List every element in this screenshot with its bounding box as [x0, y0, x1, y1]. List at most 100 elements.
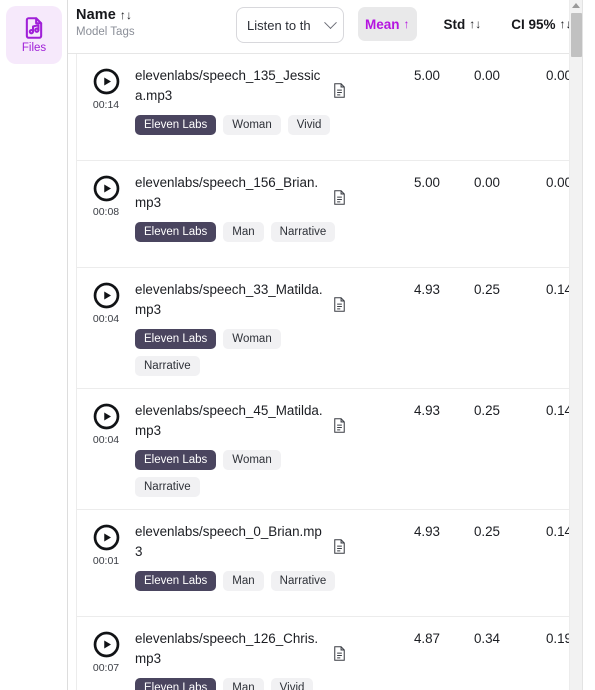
duration-label: 00:14	[92, 99, 120, 111]
tag-chip[interactable]: Woman	[223, 329, 281, 349]
transcript-document-icon[interactable]	[333, 190, 346, 205]
column-header-ci95-label: CI 95%	[511, 16, 556, 32]
music-file-icon	[21, 15, 47, 41]
sort-updown-icon: ↑↓	[469, 17, 482, 31]
table-body[interactable]: 00:14 elevenlabs/speech_135_Jessica.mp3 El…	[76, 54, 581, 690]
play-cell: 00:14	[77, 66, 135, 111]
name-column-header[interactable]: Name ↑↓ Model Tags	[76, 0, 236, 38]
mean-value: 5.00	[413, 175, 440, 190]
play-icon[interactable]	[93, 68, 120, 95]
mean-value: 4.93	[413, 403, 440, 418]
transcript-document-icon[interactable]	[333, 539, 346, 554]
tag-chip[interactable]: Narrative	[270, 571, 336, 591]
name-header-title: Name ↑↓	[76, 7, 236, 23]
main-content: Name ↑↓ Model Tags Listen to th Mean ↑ S…	[68, 0, 595, 690]
tag-chip[interactable]: Eleven Labs	[135, 222, 217, 242]
sort-asc-active-icon: ↑	[403, 17, 410, 31]
play-cell: 00:08	[77, 173, 135, 218]
tag-chip[interactable]: Woman	[223, 115, 281, 135]
play-icon[interactable]	[93, 175, 120, 202]
app-root: Files Name ↑↓ Model Tags Listen to th Me…	[0, 0, 595, 690]
transcript-document-icon[interactable]	[333, 418, 346, 433]
duration-label: 00:04	[92, 434, 120, 446]
tag-chip[interactable]: Narrative	[270, 222, 336, 242]
table-row[interactable]: 00:01 elevenlabs/speech_0_Brian.mp3 Eleven…	[77, 510, 580, 617]
column-header-std[interactable]: Std ↑↓	[437, 7, 489, 41]
mean-value: 4.87	[413, 631, 440, 646]
file-name[interactable]: elevenlabs/speech_33_Matilda.mp3	[135, 280, 325, 320]
tag-chip[interactable]: Eleven Labs	[135, 678, 217, 690]
tag-chip[interactable]: Man	[223, 678, 264, 690]
mean-value: 4.93	[413, 524, 440, 539]
play-cell: 00:04	[77, 401, 135, 446]
chevron-down-icon	[324, 15, 337, 29]
play-icon[interactable]	[93, 631, 120, 658]
name-header-label: Name	[76, 7, 116, 23]
tag-chip[interactable]: Narrative	[135, 477, 200, 497]
tag-chip[interactable]: Vivid	[270, 678, 314, 690]
tag-chip[interactable]: Vivid	[287, 115, 331, 135]
name-cell: elevenlabs/speech_126_Chris.mp3 Eleven La…	[135, 629, 352, 690]
duration-label: 00:08	[92, 206, 120, 218]
tag-chip[interactable]: Man	[223, 571, 264, 591]
transcript-document-icon[interactable]	[333, 297, 346, 312]
tag-list: Eleven Labs Woman Narrative	[135, 450, 346, 497]
tag-chip[interactable]: Man	[223, 222, 264, 242]
std-value: 0.25	[473, 403, 500, 418]
tag-chip[interactable]: Eleven Labs	[135, 450, 217, 470]
duration-label: 00:07	[92, 662, 120, 674]
file-name[interactable]: elevenlabs/speech_45_Matilda.mp3	[135, 401, 325, 441]
file-name[interactable]: elevenlabs/speech_156_Brian.mp3	[135, 173, 325, 213]
table-row[interactable]: 00:14 elevenlabs/speech_135_Jessica.mp3 El…	[77, 54, 580, 161]
table-header: Name ↑↓ Model Tags Listen to th Mean ↑ S…	[68, 0, 595, 54]
std-value: 0.34	[473, 631, 500, 646]
tag-chip[interactable]: Eleven Labs	[135, 571, 217, 591]
sort-updown-icon[interactable]: ↑↓	[120, 8, 132, 22]
file-name[interactable]: elevenlabs/speech_135_Jessica.mp3	[135, 66, 325, 106]
table-row[interactable]: 00:04 elevenlabs/speech_33_Matilda.mp3 Ele…	[77, 268, 580, 389]
name-cell: elevenlabs/speech_0_Brian.mp3 Eleven Labs…	[135, 522, 352, 591]
name-cell: elevenlabs/speech_135_Jessica.mp3 Eleven …	[135, 66, 352, 135]
file-name[interactable]: elevenlabs/speech_0_Brian.mp3	[135, 522, 325, 562]
tag-list: Eleven Labs Man Vivid	[135, 678, 346, 690]
column-header-std-label: Std	[443, 16, 466, 32]
listen-to-select[interactable]: Listen to th	[236, 7, 344, 43]
table-row[interactable]: 00:04 elevenlabs/speech_45_Matilda.mp3 Ele…	[77, 389, 580, 510]
name-cell: elevenlabs/speech_45_Matilda.mp3 Eleven L…	[135, 401, 352, 497]
tag-chip[interactable]: Narrative	[135, 356, 200, 376]
page-scrollbar[interactable]	[582, 0, 595, 690]
std-value: 0.00	[473, 175, 500, 190]
tag-list: Eleven Labs Woman Narrative	[135, 329, 346, 376]
table-scrollbar[interactable]	[569, 0, 582, 690]
column-header-mean[interactable]: Mean ↑	[358, 7, 417, 41]
transcript-document-icon[interactable]	[333, 83, 346, 98]
table-row[interactable]: 00:08 elevenlabs/speech_156_Brian.mp3 Elev…	[77, 161, 580, 268]
sidebar-item-files[interactable]: Files	[6, 6, 62, 64]
play-cell: 00:04	[77, 280, 135, 325]
tag-chip[interactable]: Woman	[223, 450, 281, 470]
name-cell: elevenlabs/speech_33_Matilda.mp3 Eleven L…	[135, 280, 352, 376]
play-cell: 00:01	[77, 522, 135, 567]
play-icon[interactable]	[93, 282, 120, 309]
scroll-up-arrow-icon[interactable]	[572, 3, 580, 8]
column-header-mean-label: Mean	[365, 16, 400, 32]
std-value: 0.25	[473, 524, 500, 539]
tag-chip[interactable]: Eleven Labs	[135, 329, 217, 349]
duration-label: 00:04	[92, 313, 120, 325]
transcript-document-icon[interactable]	[333, 646, 346, 661]
mean-value: 4.93	[413, 282, 440, 297]
sidebar: Files	[0, 0, 68, 690]
mean-value: 5.00	[413, 68, 440, 83]
tag-list: Eleven Labs Man Narrative	[135, 222, 346, 242]
table-row[interactable]: 00:07 elevenlabs/speech_126_Chris.mp3 Elev…	[77, 617, 580, 690]
play-icon[interactable]	[93, 524, 120, 551]
play-icon[interactable]	[93, 403, 120, 430]
scrollbar-thumb[interactable]	[571, 13, 582, 57]
file-name[interactable]: elevenlabs/speech_126_Chris.mp3	[135, 629, 325, 669]
column-header-ci95[interactable]: CI 95% ↑↓	[504, 7, 578, 41]
tag-list: Eleven Labs Man Narrative	[135, 571, 346, 591]
std-value: 0.00	[473, 68, 500, 83]
listen-to-select-value: Listen to th	[247, 17, 311, 33]
play-cell: 00:07	[77, 629, 135, 674]
tag-chip[interactable]: Eleven Labs	[135, 115, 217, 135]
